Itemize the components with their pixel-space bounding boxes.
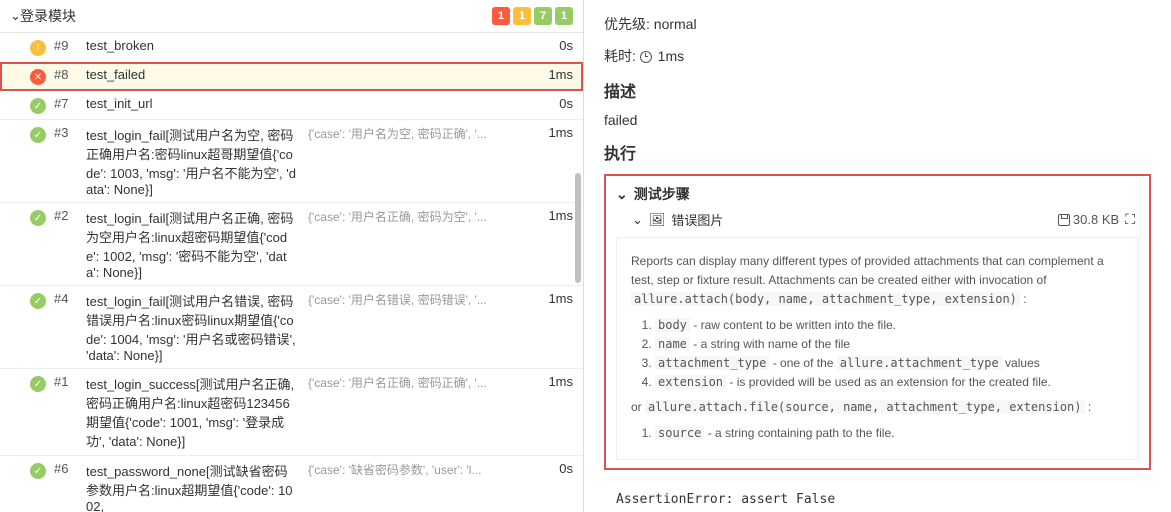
clock-icon: [640, 51, 652, 63]
status-pass-icon: ✓: [30, 98, 46, 114]
test-name: test_login_success[测试用户名正确, 密码正确用户名:linu…: [86, 374, 296, 450]
status-pass-icon: ✓: [30, 293, 46, 309]
suite-header[interactable]: ⌄ 登录模块 1 1 7 1: [0, 0, 583, 33]
test-duration: 1ms: [539, 374, 573, 450]
test-duration: 1ms: [539, 208, 573, 280]
test-row[interactable]: ✓ #2test_login_fail[测试用户名正确, 密码为空用户名:linu…: [0, 203, 583, 286]
test-row[interactable]: ✓ #3test_login_fail[测试用户名为空, 密码正确用户名:密码li…: [0, 120, 583, 203]
test-param: {'case': '用户名正确, 密码为空', '...: [304, 208, 531, 280]
test-row[interactable]: ✓ #6test_password_none[测试缺省密码参数用户名:linux超…: [0, 456, 583, 512]
error-message: AssertionError: assert False: [616, 492, 1151, 507]
test-duration: 1ms: [539, 125, 573, 197]
priority-field: 优先级: normal: [604, 14, 1151, 34]
attachment-row[interactable]: ⌄ 🖼 错误图片 30.8 KB ⛶: [616, 204, 1139, 237]
test-row[interactable]: ✓ #7 test_init_url 0s: [0, 91, 583, 120]
test-name: test_login_fail[测试用户名为空, 密码正确用户名:密码linux…: [86, 125, 296, 197]
test-param: {'case': '用户名为空, 密码正确', '...: [304, 125, 531, 197]
test-name: test_failed: [86, 67, 145, 85]
status-pass-icon: ✓: [30, 127, 46, 143]
right-panel: 优先级: normal 耗时: 1ms 描述 failed 执行 ⌄ 测试步骤 …: [584, 0, 1171, 512]
test-param: [160, 96, 531, 114]
test-row[interactable]: ✕ #8 test_failed 1ms: [0, 62, 583, 91]
test-name: test_broken: [86, 38, 154, 56]
badge-extra: 1: [555, 7, 573, 25]
test-param: {'case': '用户名错误, 密码错误', '...: [304, 291, 531, 363]
test-param: {'case': '缺省密码参数', 'user': 'l...: [304, 461, 531, 512]
test-number: #3: [54, 125, 78, 197]
test-row[interactable]: ✓ #4test_login_fail[测试用户名错误, 密码错误用户名:linu…: [0, 286, 583, 369]
duration-field: 耗时: 1ms: [604, 46, 1151, 66]
test-param: {'case': '用户名正确, 密码正确', '...: [304, 374, 531, 450]
status-badges: 1 1 7 1: [492, 7, 573, 25]
test-list: ! #9 test_broken 0s ✕ #8 test_failed 1ms ✓ #7 test…: [0, 33, 583, 512]
test-name: test_login_fail[测试用户名错误, 密码错误用户名:linux密码…: [86, 291, 296, 363]
status-fail-icon: ✕: [30, 69, 46, 85]
badge-failed: 1: [492, 7, 510, 25]
status-pass-icon: ✓: [30, 376, 46, 392]
badge-passed: 7: [534, 7, 552, 25]
test-number: #4: [54, 291, 78, 363]
steps-header[interactable]: ⌄ 测试步骤: [616, 184, 1139, 204]
test-number: #1: [54, 374, 78, 450]
test-number: #8: [54, 67, 78, 85]
priority-label: 优先级:: [604, 16, 650, 32]
priority-value: normal: [654, 16, 697, 32]
execution-heading: 执行: [604, 140, 1151, 164]
fullscreen-icon[interactable]: ⛶: [1125, 211, 1135, 228]
attachment-doc: Reports can display many different types…: [616, 237, 1139, 460]
test-duration: 1ms: [539, 291, 573, 363]
attachment-name: 错误图片: [671, 210, 1052, 229]
test-name: test_login_fail[测试用户名正确, 密码为空用户名:linux超密…: [86, 208, 296, 280]
test-number: #2: [54, 208, 78, 280]
test-name: test_init_url: [86, 96, 152, 114]
duration-label: 耗时:: [604, 48, 636, 64]
test-row[interactable]: ✓ #1test_login_success[测试用户名正确, 密码正确用户名:l…: [0, 369, 583, 456]
duration-value: 1ms: [658, 48, 684, 64]
status-broken-icon: !: [30, 40, 46, 56]
chevron-down-icon: ⌄: [632, 212, 643, 228]
attachment-icon: 🖼: [649, 212, 666, 228]
description-value: failed: [604, 112, 1151, 128]
attachment-size: 30.8 KB: [1058, 212, 1119, 227]
test-number: #7: [54, 96, 78, 114]
test-param: [153, 67, 531, 85]
chevron-down-icon: ⌄: [10, 8, 20, 24]
test-duration: 1ms: [539, 67, 573, 85]
left-panel: ⌄ 登录模块 1 1 7 1 ! #9 test_broken 0s ✕ #8 test_f…: [0, 0, 584, 512]
suite-title: 登录模块: [20, 6, 492, 26]
test-duration: 0s: [539, 96, 573, 114]
test-param: [162, 38, 531, 56]
chevron-down-icon: ⌄: [616, 186, 628, 203]
description-heading: 描述: [604, 78, 1151, 102]
test-name: test_password_none[测试缺省密码参数用户名:linux超期望值…: [86, 461, 296, 512]
test-number: #6: [54, 461, 78, 512]
test-duration: 0s: [539, 38, 573, 56]
test-number: #9: [54, 38, 78, 56]
badge-broken: 1: [513, 7, 531, 25]
steps-title: 测试步骤: [634, 184, 690, 204]
status-pass-icon: ✓: [30, 463, 46, 479]
save-icon[interactable]: [1058, 214, 1070, 226]
test-steps-section: ⌄ 测试步骤 ⌄ 🖼 错误图片 30.8 KB ⛶ Reports can di…: [604, 174, 1151, 470]
test-row[interactable]: ! #9 test_broken 0s: [0, 33, 583, 62]
status-pass-icon: ✓: [30, 210, 46, 226]
scrollbar[interactable]: [575, 173, 581, 283]
test-duration: 0s: [539, 461, 573, 512]
